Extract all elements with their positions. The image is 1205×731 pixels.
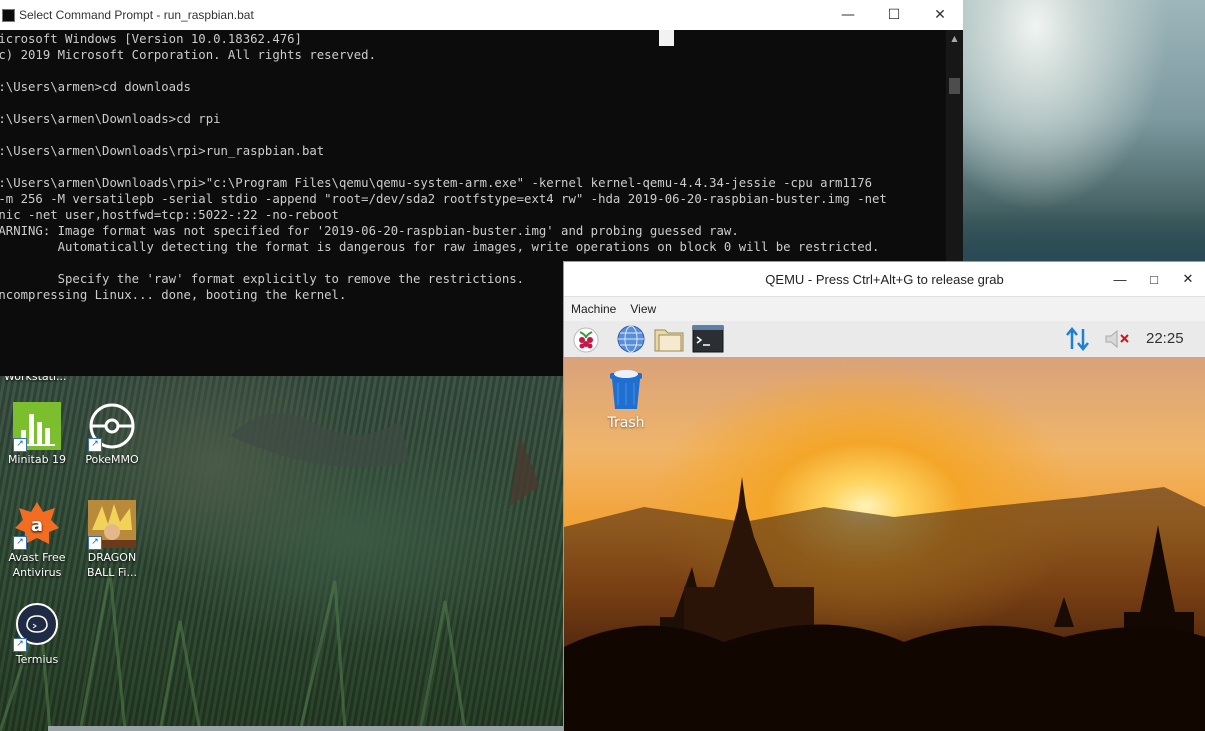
system-clock[interactable]: 22:25	[1146, 330, 1184, 347]
volume-muted-icon[interactable]	[1102, 325, 1134, 353]
desktop-trash[interactable]: Trash	[602, 367, 650, 431]
shortcut-arrow-icon: ↗	[88, 536, 102, 550]
minitab-icon: ↗	[13, 402, 61, 452]
qemu-maximize-button[interactable]: □	[1137, 262, 1171, 296]
wallpaper-sky	[963, 0, 1205, 262]
cmd-close-button[interactable]: ✕	[917, 0, 963, 30]
desktop-icon-label: Termius	[15, 653, 59, 666]
network-icon[interactable]	[1062, 325, 1094, 353]
shortcut-arrow-icon: ↗	[13, 638, 27, 652]
scroll-up-arrow-icon[interactable]: ▲	[946, 30, 963, 47]
file-manager-icon[interactable]	[653, 325, 685, 353]
qemu-close-button[interactable]: ✕	[1171, 262, 1205, 296]
raspberry-menu-icon[interactable]	[570, 325, 602, 353]
avast-icon: a ↗	[13, 500, 61, 550]
cmd-app-icon	[2, 8, 15, 22]
raspbian-desktop[interactable]: Trash	[564, 357, 1205, 731]
cmd-window-title: Select Command Prompt - run_raspbian.bat	[19, 8, 254, 22]
cmd-maximize-button[interactable]: ☐	[871, 0, 917, 30]
console-cursor	[659, 30, 674, 46]
shortcut-arrow-icon: ↗	[13, 438, 27, 452]
menu-machine[interactable]: Machine	[564, 302, 623, 316]
qemu-window-title: QEMU - Press Ctrl+Alt+G to release grab	[765, 271, 1004, 287]
trash-icon	[610, 370, 642, 409]
desktop-icon-dragonball[interactable]: ↗ DRAGON BALL Fi...	[81, 500, 143, 580]
cmd-titlebar[interactable]: Select Command Prompt - run_raspbian.bat…	[0, 0, 963, 30]
desktop-icon-label: PokeMMO	[85, 453, 139, 466]
desktop-icon-termius[interactable]: ↗ Termius	[6, 602, 68, 667]
desktop-icon-label: DRAGON BALL Fi...	[87, 551, 137, 579]
raspbian-taskbar: 22:25	[564, 321, 1205, 358]
desktop-icon-minitab[interactable]: ↗ Minitab 19	[6, 402, 68, 467]
desktop-icon-pokemmo[interactable]: ↗ PokeMMO	[81, 402, 143, 467]
taskbar-edge	[48, 726, 563, 731]
shortcut-arrow-icon: ↗	[88, 438, 102, 452]
desktop-icon-label: Minitab 19	[7, 453, 67, 466]
termius-icon: ↗	[13, 602, 61, 652]
cmd-minimize-button[interactable]: —	[825, 0, 871, 30]
qemu-titlebar[interactable]: QEMU - Press Ctrl+Alt+G to release grab …	[564, 262, 1205, 296]
pokeball-icon: ↗	[88, 402, 136, 452]
menu-view[interactable]: View	[623, 302, 663, 316]
svg-text:a: a	[31, 515, 43, 536]
desktop-icon-avast[interactable]: a ↗ Avast Free Antivirus	[6, 500, 68, 580]
dragonball-game-icon: ↗	[88, 500, 136, 550]
bagan-sunset-wallpaper	[564, 477, 1205, 731]
qemu-window[interactable]: QEMU - Press Ctrl+Alt+G to release grab …	[564, 262, 1205, 731]
terminal-icon[interactable]	[692, 325, 724, 353]
desktop-icon-label: Avast Free Antivirus	[8, 551, 66, 579]
qemu-menubar: Machine View	[564, 296, 1205, 321]
web-browser-icon[interactable]	[615, 325, 647, 353]
shortcut-arrow-icon: ↗	[13, 536, 27, 550]
scrollbar-thumb[interactable]	[949, 78, 960, 94]
qemu-minimize-button[interactable]: —	[1103, 262, 1137, 296]
trash-label: Trash	[607, 415, 645, 431]
